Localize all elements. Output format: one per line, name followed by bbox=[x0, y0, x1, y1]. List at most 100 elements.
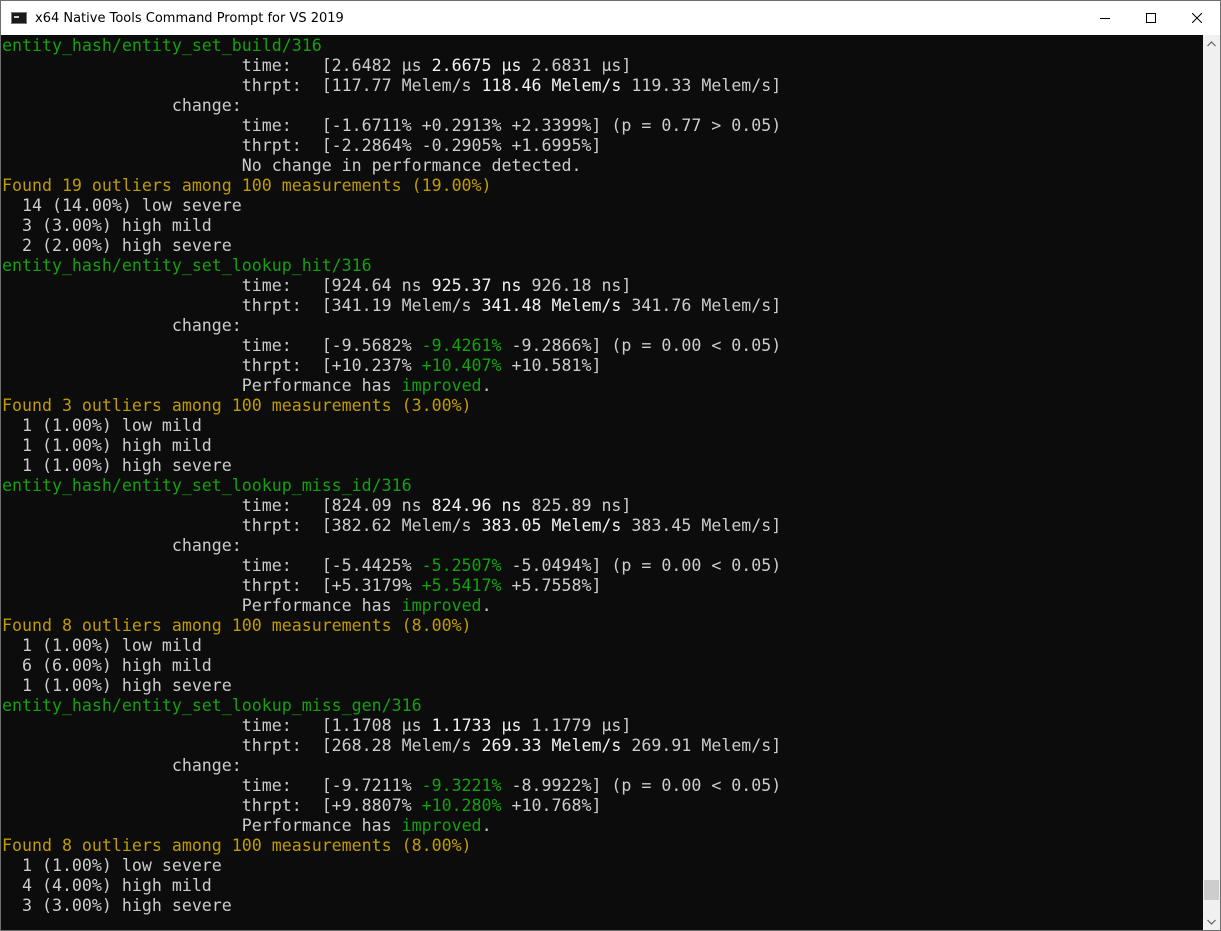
console-text-segment: 1.1733 µs bbox=[431, 716, 522, 735]
console-line: change: bbox=[2, 756, 242, 776]
console-line: time: [824.09 ns 824.96 ns 825.89 ns] bbox=[2, 496, 632, 516]
console-line: thrpt: [268.28 Melem/s 269.33 Melem/s 26… bbox=[2, 736, 782, 756]
console-line: thrpt: [117.77 Melem/s 118.46 Melem/s 11… bbox=[2, 76, 782, 96]
console-text-segment: Performance has bbox=[2, 816, 402, 835]
console-text-segment: 2 (2.00%) high severe bbox=[2, 236, 232, 255]
minimize-button[interactable] bbox=[1082, 1, 1128, 35]
console-line: No change in performance detected. bbox=[2, 156, 582, 176]
console-text-segment: change: bbox=[2, 756, 242, 775]
console-line: 1 (1.00%) low severe bbox=[2, 856, 222, 876]
console-text-segment: entity_hash/entity_set_lookup_miss_gen/3… bbox=[2, 696, 422, 715]
scroll-down-arrow-icon bbox=[1207, 919, 1216, 925]
close-icon bbox=[1192, 13, 1202, 23]
console-line: entity_hash/entity_set_lookup_miss_id/31… bbox=[2, 476, 412, 496]
console-line: Found 3 outliers among 100 measurements … bbox=[2, 396, 472, 416]
console-app-icon[interactable] bbox=[11, 12, 27, 24]
scroll-down-button[interactable] bbox=[1203, 913, 1220, 930]
console-line: 1 (1.00%) high severe bbox=[2, 676, 232, 696]
console-text-segment: Found 19 outliers among 100 measurements… bbox=[2, 176, 492, 195]
console-text-segment: 6 (6.00%) high mild bbox=[2, 656, 212, 675]
console-line: thrpt: [382.62 Melem/s 383.05 Melem/s 38… bbox=[2, 516, 782, 536]
console-line: thrpt: [+5.3179% +5.5417% +5.7558%] bbox=[2, 576, 602, 596]
scroll-up-arrow-icon bbox=[1207, 40, 1216, 46]
console-text-segment: Performance has bbox=[2, 596, 402, 615]
console-line: 1 (1.00%) high mild bbox=[2, 436, 212, 456]
close-button[interactable] bbox=[1174, 1, 1220, 35]
title-bar[interactable]: x64 Native Tools Command Prompt for VS 2… bbox=[1, 1, 1220, 35]
console-text-segment: 1 (1.00%) high mild bbox=[2, 436, 212, 455]
console-text-segment: time: [-9.5682% bbox=[2, 336, 422, 355]
window-title: x64 Native Tools Command Prompt for VS 2… bbox=[35, 10, 344, 26]
console-text-segment: Found 3 outliers among 100 measurements … bbox=[2, 396, 472, 415]
console-line: thrpt: [341.19 Melem/s 341.48 Melem/s 34… bbox=[2, 296, 782, 316]
console-text-segment: thrpt: [117.77 Melem/s bbox=[2, 76, 482, 95]
console-text-segment: time: [824.09 ns bbox=[2, 496, 432, 515]
console-text-segment: 925.37 ns bbox=[431, 276, 522, 295]
minimize-icon bbox=[1100, 18, 1110, 19]
console-text-segment: entity_hash/entity_set_lookup_hit/316 bbox=[2, 256, 372, 275]
console-text-segment: . bbox=[481, 816, 492, 835]
console-line: entity_hash/entity_set_lookup_miss_gen/3… bbox=[2, 696, 422, 716]
console-text-segment: 824.96 ns bbox=[431, 496, 522, 515]
console-text-segment: 269.33 Melem/s bbox=[481, 736, 622, 755]
console-text-segment: 383.45 Melem/s] bbox=[621, 516, 782, 535]
console-text-segment: -5.0494%] (p = 0.00 < 0.05) bbox=[501, 556, 782, 575]
console-line: change: bbox=[2, 316, 242, 336]
console-text-segment: improved bbox=[401, 816, 482, 835]
console-text-segment: +5.5417% bbox=[421, 576, 502, 595]
console-line: 1 (1.00%) low mild bbox=[2, 636, 202, 656]
console-line: Found 19 outliers among 100 measurements… bbox=[2, 176, 492, 196]
console-text-segment: . bbox=[481, 596, 492, 615]
console-text-segment: -8.9922%] (p = 0.00 < 0.05) bbox=[501, 776, 782, 795]
console-text-segment: 341.76 Melem/s] bbox=[621, 296, 782, 315]
console-line: 14 (14.00%) low severe bbox=[2, 196, 242, 216]
console-text-segment: -9.4261% bbox=[421, 336, 502, 355]
console-text-segment: thrpt: [382.62 Melem/s bbox=[2, 516, 482, 535]
console-text-segment: time: [924.64 ns bbox=[2, 276, 432, 295]
console-line: Performance has improved. bbox=[2, 596, 492, 616]
console-line: 4 (4.00%) high mild bbox=[2, 876, 212, 896]
console-text-segment: 118.46 Melem/s bbox=[481, 76, 622, 95]
console-text-segment: time: [-1.6711% +0.2913% +2.3399%] (p = … bbox=[2, 116, 782, 135]
console-output[interactable]: entity_hash/entity_set_build/316 time: [… bbox=[1, 35, 1203, 930]
console-text-segment: +10.280% bbox=[421, 796, 502, 815]
console-text-segment: thrpt: [-2.2864% -0.2905% +1.6995%] bbox=[2, 136, 602, 155]
console-text-segment: 1 (1.00%) low mild bbox=[2, 416, 202, 435]
console-text-segment: time: [-5.4425% bbox=[2, 556, 422, 575]
console-text-segment: thrpt: [+5.3179% bbox=[2, 576, 422, 595]
console-text-segment: 926.18 ns] bbox=[521, 276, 632, 295]
console-text-segment: time: [2.6482 µs bbox=[2, 56, 432, 75]
console-line: Performance has improved. bbox=[2, 376, 492, 396]
maximize-button[interactable] bbox=[1128, 1, 1174, 35]
console-text-segment: Found 8 outliers among 100 measurements … bbox=[2, 836, 472, 855]
scrollbar-thumb[interactable] bbox=[1204, 880, 1219, 900]
console-text-segment: -9.2866%] (p = 0.00 < 0.05) bbox=[501, 336, 782, 355]
console-text-segment: 1.1779 µs] bbox=[521, 716, 632, 735]
console-line: thrpt: [+9.8807% +10.280% +10.768%] bbox=[2, 796, 602, 816]
console-line: 1 (1.00%) high severe bbox=[2, 456, 232, 476]
console-text-segment: . bbox=[481, 376, 492, 395]
console-line: thrpt: [+10.237% +10.407% +10.581%] bbox=[2, 356, 602, 376]
vertical-scrollbar[interactable] bbox=[1203, 35, 1220, 930]
console-line: time: [-5.4425% -5.2507% -5.0494%] (p = … bbox=[2, 556, 782, 576]
console-text-segment: 119.33 Melem/s] bbox=[621, 76, 782, 95]
console-text-segment: -9.3221% bbox=[421, 776, 502, 795]
console-text-segment: 1 (1.00%) low mild bbox=[2, 636, 202, 655]
console-text-segment: thrpt: [+9.8807% bbox=[2, 796, 422, 815]
maximize-icon bbox=[1146, 13, 1156, 23]
console-line: time: [2.6482 µs 2.6675 µs 2.6831 µs] bbox=[2, 56, 632, 76]
console-text-segment: thrpt: [341.19 Melem/s bbox=[2, 296, 482, 315]
console-text-segment: improved bbox=[401, 596, 482, 615]
console-text-segment: 1 (1.00%) high severe bbox=[2, 676, 232, 695]
console-text-segment: +10.581%] bbox=[501, 356, 602, 375]
scroll-up-button[interactable] bbox=[1203, 35, 1220, 52]
console-text-segment: No change in performance detected. bbox=[2, 156, 582, 175]
console-text-segment: +10.768%] bbox=[501, 796, 602, 815]
console-line: time: [-9.5682% -9.4261% -9.2866%] (p = … bbox=[2, 336, 782, 356]
console-text-segment: 3 (3.00%) high severe bbox=[2, 896, 232, 915]
console-line: Found 8 outliers among 100 measurements … bbox=[2, 616, 472, 636]
console-line: time: [-1.6711% +0.2913% +2.3399%] (p = … bbox=[2, 116, 781, 136]
console-text-segment: time: [-9.7211% bbox=[2, 776, 422, 795]
console-text-segment: 383.05 Melem/s bbox=[481, 516, 622, 535]
console-text-segment: improved bbox=[401, 376, 482, 395]
